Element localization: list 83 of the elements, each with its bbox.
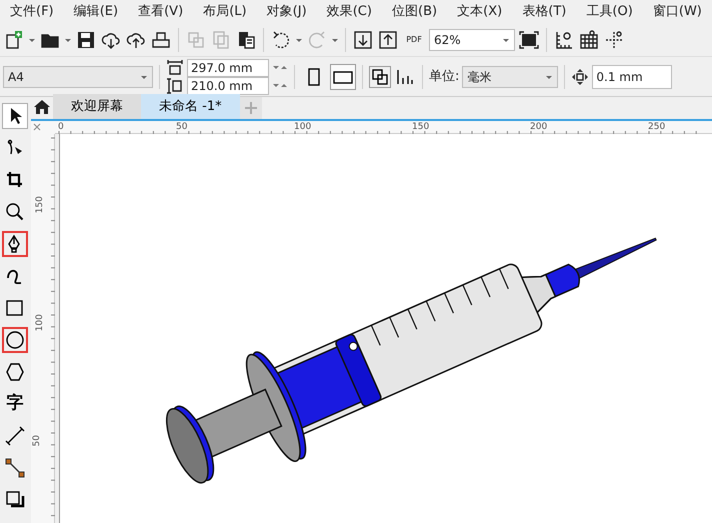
unit-label: 单位:: [429, 68, 460, 86]
ruler-label: 250: [648, 121, 666, 134]
page-width-field[interactable]: 297.0 mm: [187, 58, 269, 76]
zoom-dropdown[interactable]: 62%: [429, 29, 515, 51]
ruler-origin-icon: [31, 121, 43, 133]
text-tool[interactable]: 字: [2, 391, 28, 417]
menu-item[interactable]: 对象(J): [262, 0, 311, 24]
bars-icon: [395, 68, 415, 86]
menu-item[interactable]: 表格(T): [518, 0, 570, 24]
connector-icon: [5, 458, 25, 478]
menu-item[interactable]: 窗口(W): [648, 0, 706, 24]
hexagon-icon: [5, 362, 25, 382]
copy-icon: [186, 30, 206, 50]
all-pages-button[interactable]: [369, 66, 391, 88]
spinner-icon: [272, 64, 288, 71]
document-tab[interactable]: 欢迎屏幕: [53, 94, 141, 119]
page-width-icon: [166, 58, 184, 76]
nudge-icon: [571, 68, 590, 86]
ruler-label: 100: [294, 121, 312, 134]
fullscreen-button[interactable]: [518, 29, 540, 51]
guidelines-button[interactable]: [603, 29, 625, 51]
unit-dropdown[interactable]: 毫米: [462, 66, 558, 88]
import-button[interactable]: [352, 29, 374, 51]
save-button[interactable]: [75, 29, 97, 51]
ruler-label: 200: [530, 121, 548, 134]
page-height-field[interactable]: 210.0 mm: [187, 76, 269, 94]
caret-icon: [545, 74, 554, 80]
menu-item[interactable]: 文件(F): [6, 0, 58, 24]
menu-item[interactable]: 效果(C): [322, 0, 376, 24]
menu-item[interactable]: 文本(X): [453, 0, 506, 24]
menu-item[interactable]: 位图(B): [388, 0, 442, 24]
pdf-button[interactable]: PDF: [402, 29, 426, 51]
grid-button[interactable]: [578, 29, 600, 51]
ellipse-icon: [5, 330, 25, 350]
menu-item[interactable]: 工具(O): [582, 0, 637, 24]
plus-icon: [242, 100, 259, 116]
spinner-icon: [272, 82, 288, 89]
document-tab[interactable]: 未命名 -1*: [141, 94, 240, 119]
menu-item[interactable]: 查看(V): [134, 0, 188, 24]
fullscreen-icon: [519, 30, 539, 50]
cloud-download-icon: [101, 30, 121, 50]
ellipse-tool[interactable]: [2, 327, 28, 353]
ruler-label: 150: [412, 121, 430, 134]
import-icon: [353, 30, 373, 50]
ruler-label: 0: [58, 121, 64, 134]
overlapping-squares-icon: [371, 68, 389, 86]
nudge-field[interactable]: 0.1 mm: [592, 64, 672, 88]
page-height-icon: [166, 76, 184, 94]
magnifier-icon: [5, 202, 25, 222]
caret-icon: [64, 37, 72, 43]
copy-icon: [211, 30, 231, 50]
landscape-button[interactable]: [330, 64, 356, 90]
crop-icon: [5, 170, 25, 190]
new-document-icon: [4, 30, 24, 50]
menu-item[interactable]: 布局(L): [199, 0, 251, 24]
drop-shadow-icon: [5, 490, 25, 510]
ruler-label: 50: [176, 121, 188, 134]
grid-icon: [579, 30, 599, 50]
ruler-icon: [554, 30, 574, 50]
undo-icon: [271, 30, 291, 50]
caret-icon: [331, 37, 339, 43]
caret-icon: [295, 37, 303, 43]
save-icon: [76, 30, 96, 50]
export-button[interactable]: [377, 29, 399, 51]
dimension-line-icon: [5, 426, 25, 446]
pen-nib-tool[interactable]: [2, 231, 28, 257]
rectangle-icon: [5, 298, 25, 318]
caret-icon: [502, 37, 510, 43]
pick-tool-tool[interactable]: [2, 103, 28, 129]
ruler-label: 150: [34, 196, 46, 214]
redo-icon: [307, 30, 327, 50]
home-icon: [33, 98, 51, 116]
cloud-upload-icon: [126, 30, 146, 50]
page-size-dropdown[interactable]: A4: [3, 66, 153, 88]
guidelines-icon: [604, 30, 624, 50]
ruler-label: 100: [34, 314, 46, 332]
print-icon: [151, 30, 171, 50]
menu-item[interactable]: 编辑(E): [70, 0, 122, 24]
caret-icon: [28, 37, 36, 43]
paste-icon: [236, 30, 256, 50]
ruler-label: 50: [30, 435, 43, 446]
caret-icon: [140, 74, 148, 80]
export-icon: [378, 30, 398, 50]
